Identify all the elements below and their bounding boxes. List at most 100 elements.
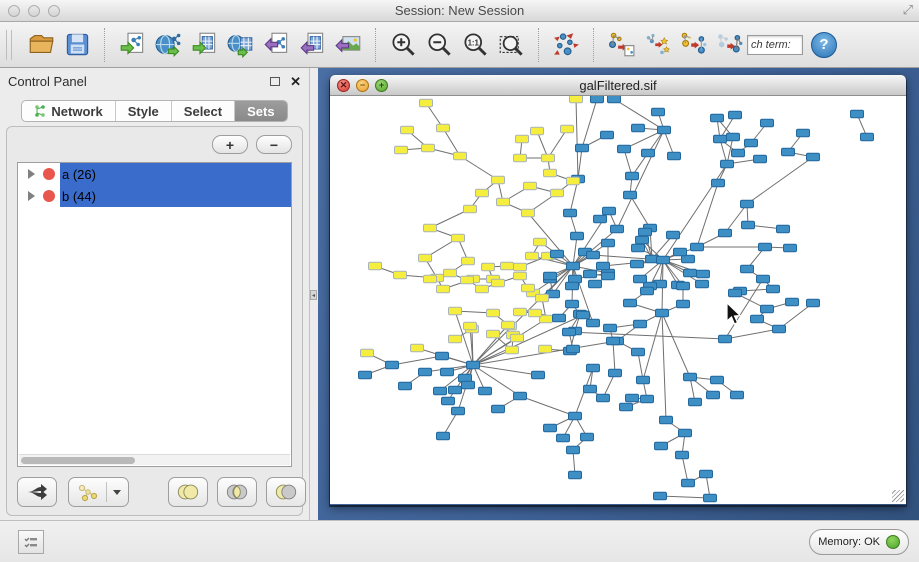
tab-network[interactable]: Network — [22, 101, 115, 121]
graph-node[interactable] — [626, 394, 639, 402]
graph-node[interactable] — [464, 205, 477, 213]
graph-node[interactable] — [497, 198, 510, 206]
graph-node[interactable] — [567, 446, 580, 454]
graph-node[interactable] — [514, 154, 527, 162]
graph-node[interactable] — [682, 255, 695, 263]
graph-node[interactable] — [727, 133, 740, 141]
graph-node[interactable] — [602, 272, 615, 280]
sets-list[interactable]: a (26) b (44) — [17, 162, 292, 467]
tab-sets[interactable]: Sets — [235, 101, 286, 121]
graph-node[interactable] — [689, 398, 702, 406]
graph-node[interactable] — [632, 244, 645, 252]
graph-node[interactable] — [526, 252, 539, 260]
graph-node[interactable] — [656, 309, 669, 317]
graph-node[interactable] — [536, 294, 549, 302]
graph-node[interactable] — [679, 429, 692, 437]
graph-node[interactable] — [601, 131, 614, 139]
graph-node[interactable] — [631, 260, 644, 268]
graph-node[interactable] — [531, 127, 544, 135]
graph-node[interactable] — [359, 371, 372, 379]
create-set-from-network-button[interactable] — [68, 477, 129, 507]
export-image-button[interactable] — [330, 27, 366, 63]
graph-node[interactable] — [419, 254, 432, 262]
graph-node[interactable] — [684, 373, 697, 381]
set-row-b[interactable]: b (44) — [18, 185, 291, 207]
graph-node[interactable] — [487, 330, 500, 338]
graph-node[interactable] — [639, 228, 652, 236]
graph-node[interactable] — [654, 492, 667, 500]
memory-status-button[interactable]: Memory: OK — [809, 529, 909, 555]
graph-node[interactable] — [603, 207, 616, 215]
expander-icon[interactable] — [28, 191, 35, 201]
graph-node[interactable] — [441, 368, 454, 376]
graph-node[interactable] — [544, 169, 557, 177]
graph-node[interactable] — [597, 262, 610, 270]
graph-node[interactable] — [729, 111, 742, 119]
scrollbar-thumb[interactable] — [21, 457, 135, 464]
graph-node[interactable] — [684, 269, 697, 277]
import-table-from-web-button[interactable] — [222, 27, 258, 63]
graph-node[interactable] — [786, 298, 799, 306]
network-graph[interactable] — [330, 96, 904, 504]
graph-node[interactable] — [632, 348, 645, 356]
graph-node[interactable] — [444, 269, 457, 277]
graph-node[interactable] — [522, 209, 535, 217]
graph-node[interactable] — [492, 176, 505, 184]
select-first-neighbors-button[interactable] — [639, 27, 675, 63]
graph-node[interactable] — [773, 325, 786, 333]
graph-node[interactable] — [677, 300, 690, 308]
graph-node[interactable] — [604, 324, 617, 332]
graph-node[interactable] — [641, 287, 654, 295]
graph-node[interactable] — [807, 153, 820, 161]
graph-node[interactable] — [553, 314, 566, 322]
graph-node[interactable] — [569, 471, 582, 479]
graph-node[interactable] — [658, 126, 671, 134]
dropdown-caret-icon[interactable] — [113, 490, 121, 495]
graph-node[interactable] — [655, 442, 668, 450]
graph-node[interactable] — [587, 319, 600, 327]
hide-selected-button[interactable] — [675, 27, 711, 63]
graph-node[interactable] — [761, 305, 774, 313]
graph-node[interactable] — [712, 179, 725, 187]
graph-node[interactable] — [544, 424, 557, 432]
graph-node[interactable] — [551, 189, 564, 197]
graph-node[interactable] — [581, 433, 594, 441]
graph-node[interactable] — [745, 139, 758, 147]
zoom-out-button[interactable] — [421, 27, 457, 63]
graph-node[interactable] — [442, 397, 455, 405]
export-selected-network-button[interactable] — [603, 27, 639, 63]
graph-node[interactable] — [482, 263, 495, 271]
graph-node[interactable] — [624, 299, 637, 307]
open-file-button[interactable] — [23, 27, 59, 63]
graph-node[interactable] — [564, 209, 577, 217]
graph-node[interactable] — [567, 345, 580, 353]
graph-node[interactable] — [511, 334, 524, 342]
network-canvas[interactable] — [330, 96, 906, 504]
graph-node[interactable] — [514, 392, 527, 400]
graph-node[interactable] — [674, 248, 687, 256]
graph-node[interactable] — [419, 368, 432, 376]
graph-node[interactable] — [577, 311, 590, 319]
network-view-window[interactable]: ✕ − + galFiltered.sif — [330, 75, 906, 505]
graph-node[interactable] — [677, 282, 690, 290]
graph-node[interactable] — [618, 145, 631, 153]
graph-node[interactable] — [754, 155, 767, 163]
graph-node[interactable] — [420, 99, 433, 107]
graph-node[interactable] — [570, 96, 583, 103]
graph-node[interactable] — [587, 251, 600, 259]
save-session-button[interactable] — [59, 27, 95, 63]
show-all-nodes-edges-button[interactable] — [711, 27, 747, 63]
difference-button[interactable] — [266, 477, 306, 507]
float-panel-icon[interactable] — [270, 77, 280, 86]
graph-node[interactable] — [461, 276, 474, 284]
graph-node[interactable] — [571, 232, 584, 240]
graph-node[interactable] — [636, 236, 649, 244]
graph-node[interactable] — [719, 229, 732, 237]
expander-icon[interactable] — [28, 169, 35, 179]
graph-node[interactable] — [476, 285, 489, 293]
graph-node[interactable] — [597, 394, 610, 402]
graph-node[interactable] — [551, 250, 564, 258]
graph-node[interactable] — [514, 263, 527, 271]
automation-panel-button[interactable] — [18, 530, 44, 554]
graph-node[interactable] — [637, 376, 650, 384]
